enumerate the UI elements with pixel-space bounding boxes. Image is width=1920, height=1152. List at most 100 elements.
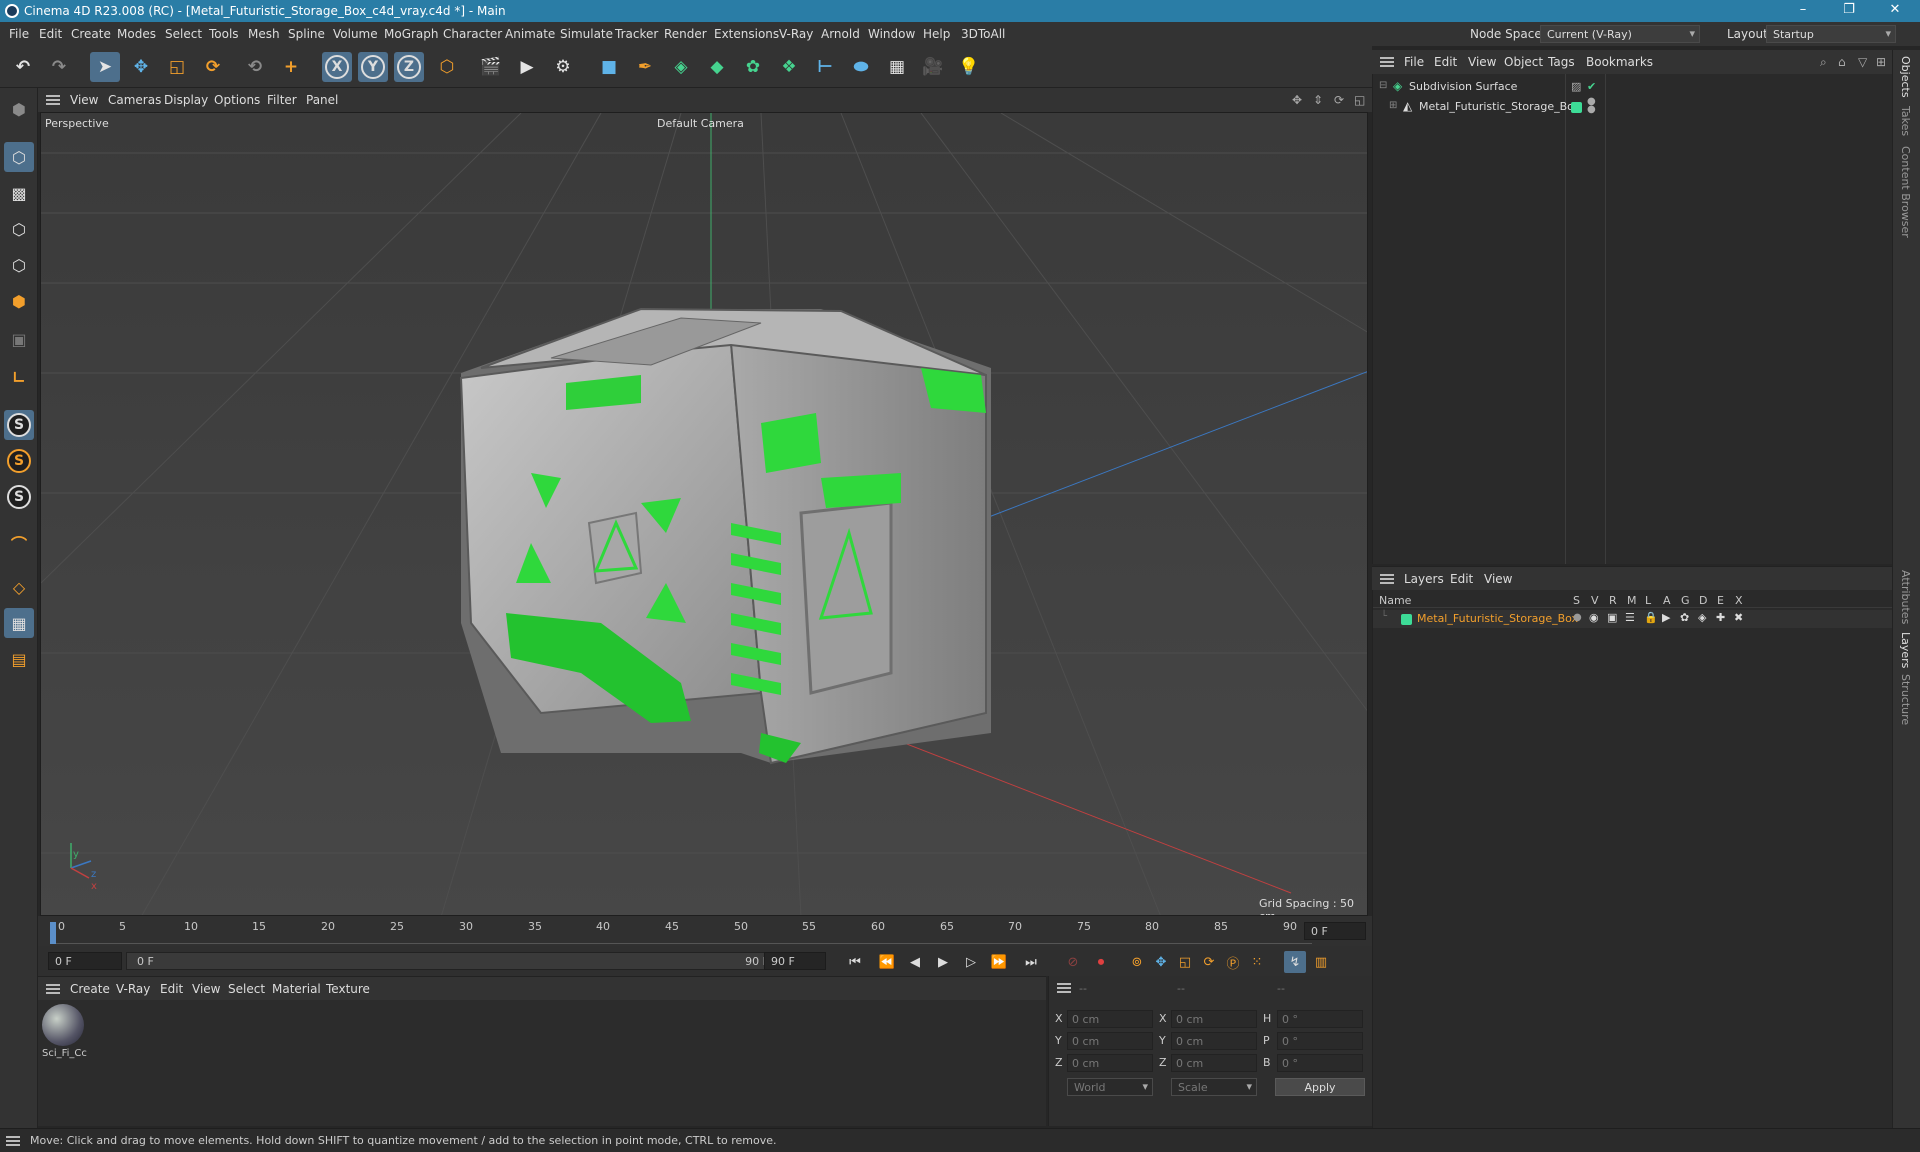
rot-p-field[interactable]: 0 °: [1277, 1032, 1363, 1050]
cloner-icon[interactable]: ✿: [738, 52, 768, 82]
pen-spline-icon[interactable]: ✒: [630, 52, 660, 82]
layer-color-swatch[interactable]: [1571, 102, 1582, 113]
next-key-icon[interactable]: ⏩: [988, 951, 1010, 973]
rotate-icon[interactable]: ⟳: [198, 52, 228, 82]
layer-deformers-icon[interactable]: ◈: [1698, 611, 1706, 624]
material-menu-edit[interactable]: Edit: [160, 982, 183, 996]
viewport-menu-view[interactable]: View: [70, 93, 98, 107]
size-z-field[interactable]: 0 cm: [1171, 1054, 1257, 1072]
playhead[interactable]: [50, 922, 56, 944]
layer-row[interactable]: └ Metal_Futuristic_Storage_Box ● ◉ ▣ ☰ 🔒…: [1373, 610, 1893, 628]
expand-icon[interactable]: ⊞: [1389, 100, 1397, 111]
layer-xref-icon[interactable]: ✖: [1734, 611, 1743, 624]
axis-mode-icon[interactable]: ∟: [4, 362, 34, 392]
tab-structure[interactable]: Structure: [1899, 674, 1912, 725]
timeline-window-icon[interactable]: ▥: [1310, 951, 1332, 973]
layer-animation-icon[interactable]: ▶: [1662, 611, 1670, 624]
extrude-generator-icon[interactable]: ◆: [702, 52, 732, 82]
layer-solo-icon[interactable]: ●: [1573, 612, 1582, 623]
key-rotation-icon[interactable]: ⟳: [1198, 951, 1220, 973]
workplane-icon[interactable]: ◇: [4, 572, 34, 602]
uv-mode-icon[interactable]: ▣: [4, 324, 34, 354]
move-icon[interactable]: ✥: [126, 52, 156, 82]
viewport-camera-label[interactable]: Default Camera: [657, 117, 744, 130]
redo-icon[interactable]: ↷: [44, 52, 74, 82]
key-pla-icon[interactable]: ⁙: [1246, 951, 1268, 973]
restore-button[interactable]: ❐: [1834, 2, 1864, 20]
layer-manager-icon[interactable]: ☰: [1625, 611, 1635, 624]
material-slot[interactable]: Sci_Fi_Cc: [42, 1004, 87, 1060]
key-parameter-icon[interactable]: Ⓟ: [1222, 951, 1244, 973]
field-icon[interactable]: ⬬: [846, 52, 876, 82]
enabled-check-icon[interactable]: ✔: [1587, 80, 1596, 93]
locked-workplane-icon[interactable]: ▤: [4, 644, 34, 674]
objects-menu-file[interactable]: File: [1404, 55, 1424, 69]
menu-volume[interactable]: Volume: [333, 27, 378, 41]
viewport-menu-filter[interactable]: Filter: [267, 93, 297, 107]
make-editable-icon[interactable]: ⬢: [4, 94, 34, 124]
material-menu-material[interactable]: Material: [272, 982, 321, 996]
transform-mode-dropdown[interactable]: Scale: [1171, 1078, 1257, 1096]
menu-extensions[interactable]: Extensions: [714, 27, 779, 41]
pos-x-field[interactable]: 0 cm: [1067, 1010, 1153, 1028]
minimize-button[interactable]: –: [1788, 2, 1818, 20]
menu-file[interactable]: File: [9, 27, 29, 41]
live-selection-icon[interactable]: ➤: [90, 52, 120, 82]
menu-spline[interactable]: Spline: [288, 27, 325, 41]
menu-render[interactable]: Render: [664, 27, 707, 41]
tab-attributes[interactable]: Attributes: [1899, 570, 1912, 624]
menu-arnold[interactable]: Arnold: [821, 27, 860, 41]
size-y-field[interactable]: 0 cm: [1171, 1032, 1257, 1050]
viewport-menu-display[interactable]: Display: [164, 93, 208, 107]
edit-toggle-icon[interactable]: ▨: [1571, 80, 1581, 93]
deformer-icon[interactable]: ⊢: [810, 52, 840, 82]
previous-frame-icon[interactable]: ◀: [904, 951, 926, 973]
layout-dropdown[interactable]: Startup: [1766, 25, 1896, 43]
render-view-icon[interactable]: 🎬: [476, 52, 506, 82]
next-frame-icon[interactable]: ▷: [960, 951, 982, 973]
3d-viewport[interactable]: Perspective Default Camera Grid Spacing …: [40, 112, 1368, 916]
cube-primitive-icon[interactable]: ■: [594, 52, 624, 82]
viewport-dolly-icon[interactable]: ⇕: [1313, 93, 1323, 107]
viewport-menu-options[interactable]: Options: [214, 93, 260, 107]
model-mode-icon[interactable]: ⬡: [4, 142, 34, 172]
objects-menu-tags[interactable]: Tags: [1548, 55, 1575, 69]
menu-vray[interactable]: V-Ray: [779, 27, 813, 41]
go-to-start-icon[interactable]: ⏮: [844, 951, 866, 973]
array-icon[interactable]: ❖: [774, 52, 804, 82]
material-menu-icon[interactable]: [46, 984, 60, 994]
objects-search-icon[interactable]: ⌕: [1820, 55, 1827, 70]
quantize-icon[interactable]: S: [4, 482, 34, 512]
tab-layers[interactable]: Layers: [1899, 632, 1912, 668]
magnet-icon[interactable]: ⌒: [4, 528, 34, 558]
node-space-dropdown[interactable]: Current (V-Ray): [1540, 25, 1700, 43]
points-mode-icon[interactable]: ⬡: [4, 214, 34, 244]
objects-new-window-icon[interactable]: ⊞: [1876, 55, 1886, 69]
viewport-maximize-icon[interactable]: ◱: [1354, 93, 1365, 107]
play-icon[interactable]: ▶: [932, 951, 954, 973]
pos-z-field[interactable]: 0 cm: [1067, 1054, 1153, 1072]
render-settings-icon[interactable]: ⚙: [548, 52, 578, 82]
end-frame-field[interactable]: 90 F: [764, 952, 826, 970]
autokey-icon[interactable]: ⏺: [1090, 951, 1112, 973]
snap-settings-icon[interactable]: S: [4, 446, 34, 476]
material-menu-vray[interactable]: V-Ray: [116, 982, 150, 996]
start-frame-field[interactable]: 0 F: [48, 952, 122, 970]
light-icon[interactable]: 💡: [954, 52, 984, 82]
menu-help[interactable]: Help: [923, 27, 950, 41]
previous-key-icon[interactable]: ⏪: [876, 951, 898, 973]
motion-system-icon[interactable]: ↯: [1284, 951, 1306, 973]
menu-create[interactable]: Create: [71, 27, 111, 41]
edges-mode-icon[interactable]: ⬡: [4, 250, 34, 280]
objects-menu-view[interactable]: View: [1468, 55, 1496, 69]
layers-menu-edit[interactable]: Edit: [1450, 572, 1473, 586]
close-button[interactable]: ✕: [1880, 2, 1910, 20]
menu-window[interactable]: Window: [868, 27, 915, 41]
z-axis-lock-button[interactable]: Z: [394, 52, 424, 82]
viewport-orbit-icon[interactable]: ⟳: [1334, 93, 1344, 107]
layer-render-icon[interactable]: ▣: [1607, 611, 1617, 624]
undo-icon[interactable]: ↶: [8, 52, 38, 82]
menu-simulate[interactable]: Simulate: [560, 27, 613, 41]
pos-y-field[interactable]: 0 cm: [1067, 1032, 1153, 1050]
tab-takes[interactable]: Takes: [1899, 106, 1912, 136]
